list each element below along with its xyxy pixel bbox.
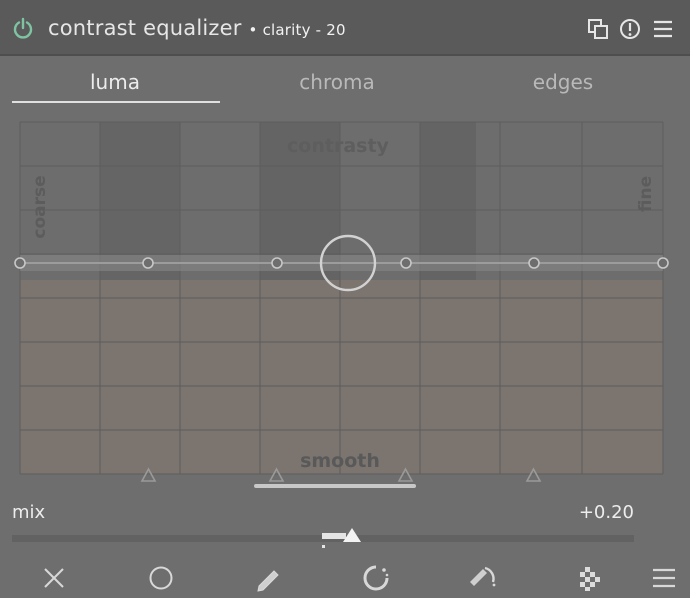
equalizer-graph[interactable]: contrasty smooth coarse fine <box>10 114 673 484</box>
blend-menu-icon[interactable] <box>650 564 678 592</box>
reset-icon[interactable] <box>619 18 641 40</box>
curve-node[interactable] <box>657 257 669 269</box>
tab-chroma[interactable]: chroma <box>232 70 442 94</box>
curve-node[interactable] <box>271 257 283 269</box>
blend-toolbar <box>0 560 690 598</box>
presets-icon[interactable] <box>652 18 674 40</box>
module-header: contrast equalizer • clarity - 20 <box>0 0 690 56</box>
close-icon[interactable] <box>40 564 68 592</box>
curve-fill-area <box>20 280 663 474</box>
module-title: contrast equalizer • clarity - 20 <box>48 16 346 40</box>
parametric-mask-icon[interactable] <box>362 564 390 592</box>
graph-scrollbar[interactable] <box>254 484 416 488</box>
mix-label: mix <box>12 502 46 523</box>
instance-label: • clarity - 20 <box>248 21 346 39</box>
drawn-mask-icon[interactable] <box>255 564 283 592</box>
coarse-label: coarse <box>30 175 50 238</box>
fine-label: fine <box>636 176 656 212</box>
channel-tabs: luma chroma edges <box>0 62 690 106</box>
mix-value: +0.20 <box>578 502 634 523</box>
mix-slider-handle[interactable] <box>343 528 361 542</box>
mix-slider-zero-dot <box>322 545 325 548</box>
drawn-parametric-mask-icon[interactable] <box>468 564 496 592</box>
active-tab-indicator <box>12 101 220 103</box>
smooth-label: smooth <box>300 450 380 472</box>
curve-node[interactable] <box>14 257 26 269</box>
curve-node[interactable] <box>400 257 412 269</box>
module-name-text: contrast equalizer <box>48 16 242 40</box>
curve-node[interactable] <box>142 257 154 269</box>
curve-node[interactable] <box>528 257 540 269</box>
tab-edges[interactable]: edges <box>458 70 668 94</box>
contrasty-label: contrasty <box>287 135 390 157</box>
tab-luma[interactable]: luma <box>10 70 220 94</box>
raster-mask-icon[interactable] <box>575 564 603 592</box>
multi-instance-icon[interactable] <box>587 18 609 40</box>
uniform-mask-icon[interactable] <box>147 564 175 592</box>
power-icon[interactable] <box>12 17 34 39</box>
